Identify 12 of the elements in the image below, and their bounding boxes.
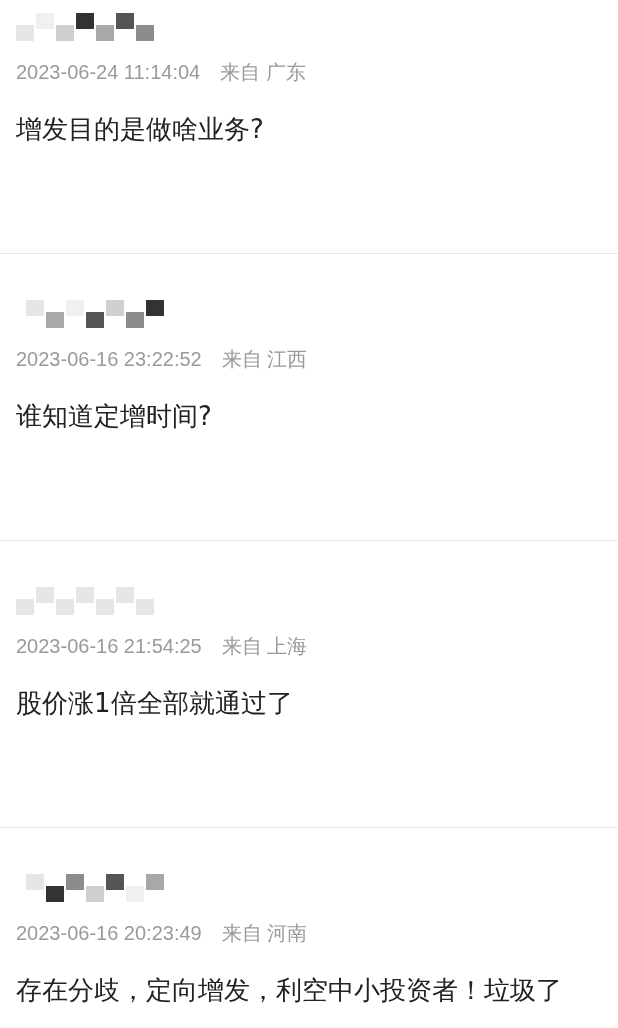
comment-text: 谁知道定增时间? <box>16 400 213 433</box>
comment-time: 2023-06-16 20:23:49 <box>16 921 202 946</box>
comment-text: 股价涨1倍全部就通过了 <box>16 687 294 720</box>
comment-text: 存在分歧，定向增发，利空中小投资者！垃圾了 <box>16 974 563 1007</box>
comment-time: 2023-06-24 11:14:04 <box>16 60 201 85</box>
comment-location: 来自 上海 <box>221 634 308 659</box>
comment-location: 来自 江西 <box>221 347 308 372</box>
comment-location: 来自 广东 <box>220 60 306 85</box>
comment-location: 来自 河南 <box>221 921 308 946</box>
comment-time: 2023-06-16 21:54:25 <box>16 634 202 659</box>
comment-text: 增发目的是做啥业务? <box>16 113 265 146</box>
comment-time: 2023-06-16 23:22:52 <box>16 347 202 372</box>
